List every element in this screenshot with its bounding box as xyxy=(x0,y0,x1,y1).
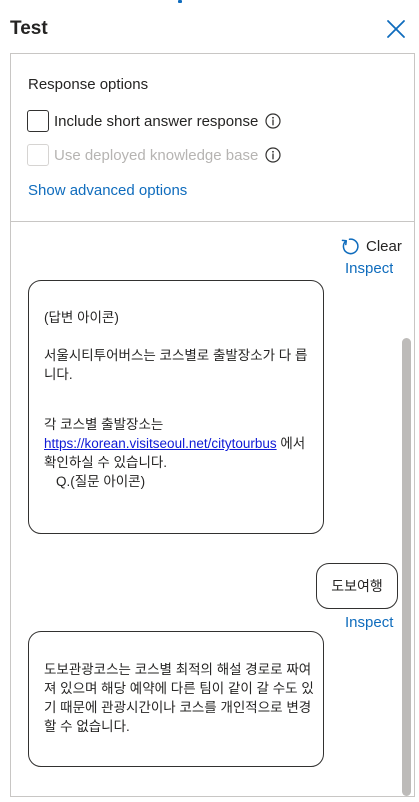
response-options-section: Response options Include short answer re… xyxy=(11,54,414,222)
message-text: 서울시티투어버스는 코스별로 출발장소가 다 릅니다. xyxy=(44,348,308,382)
show-advanced-options-link[interactable]: Show advanced options xyxy=(28,182,187,199)
inspect-link[interactable]: Inspect xyxy=(345,262,393,276)
chat-area: Clear Inspect (답변 아이콘) 서울시티투어버스는 코스별로 출발… xyxy=(11,223,414,796)
user-message: 도보여행 xyxy=(316,563,398,609)
bot-message: 도보관광코스는 코스별 최적의 해설 경로로 짜여져 있으며 해당 예약에 다른… xyxy=(28,631,324,767)
inspect-link[interactable]: Inspect xyxy=(345,614,393,631)
clear-button[interactable]: Clear xyxy=(340,235,402,257)
info-icon[interactable] xyxy=(265,147,281,163)
message-text: Q.(질문 아이콘) xyxy=(56,474,146,489)
refresh-icon xyxy=(341,237,359,254)
bot-message: (답변 아이콘) 서울시티투어버스는 코스별로 출발장소가 다 릅니다. 각 코… xyxy=(28,280,324,534)
use-deployed-kb-label: Use deployed knowledge base xyxy=(54,146,259,164)
info-icon[interactable] xyxy=(265,113,281,129)
test-panel: Response options Include short answer re… xyxy=(10,53,415,797)
message-text: (답변 아이콘) xyxy=(44,310,119,325)
include-short-answer-option[interactable]: Include short answer response xyxy=(27,109,281,133)
include-short-answer-label[interactable]: Include short answer response xyxy=(54,113,258,130)
top-indicator xyxy=(178,0,182,3)
citytourbus-link[interactable]: https://korean.visitseoul.net/citytourbu… xyxy=(44,436,277,451)
clear-label[interactable]: Clear xyxy=(366,238,402,255)
message-text: 각 코스별 출발장소는 https://korean.visitseoul.ne… xyxy=(44,415,315,472)
message-text: 도보관광코스는 코스별 최적의 해설 경로로 짜여져 있으며 해당 예약에 다른… xyxy=(44,662,314,734)
close-icon xyxy=(387,20,405,38)
message-text-prefix: 각 코스별 출발장소는 xyxy=(44,417,164,432)
include-short-answer-checkbox[interactable] xyxy=(27,110,49,132)
response-options-title: Response options xyxy=(28,76,149,93)
close-button[interactable] xyxy=(384,17,408,41)
chat-scrollbar[interactable] xyxy=(402,338,411,796)
use-deployed-kb-checkbox xyxy=(27,144,49,166)
panel-title: Test xyxy=(10,18,48,39)
use-deployed-kb-option: Use deployed knowledge base xyxy=(27,143,281,167)
